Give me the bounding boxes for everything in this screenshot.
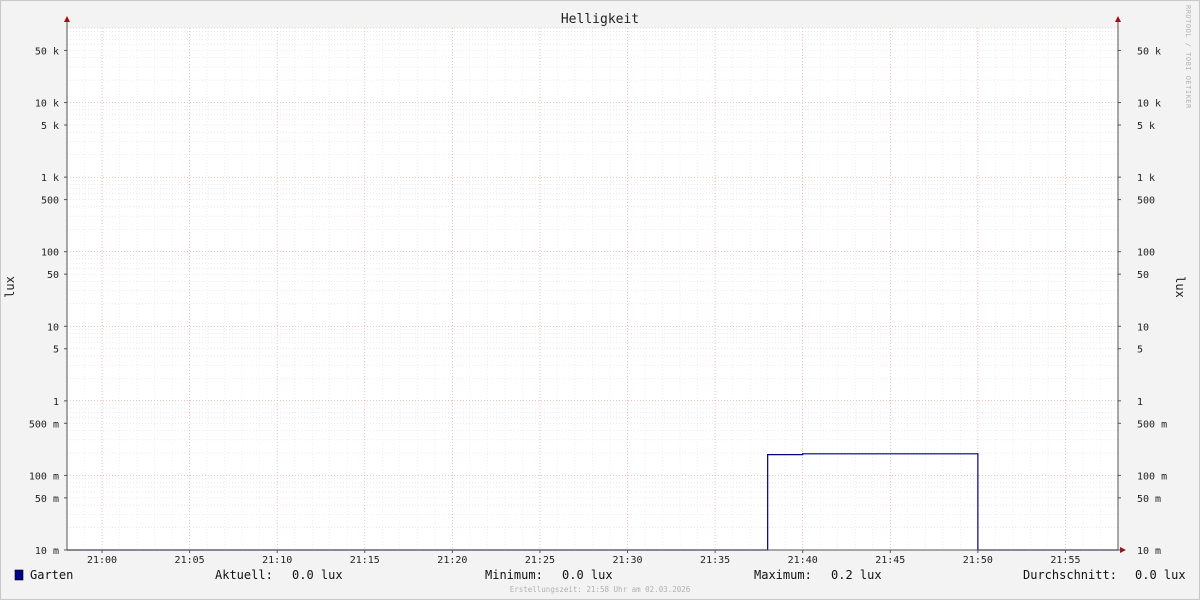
legend-series-name: Garten: [30, 568, 73, 582]
y-tick-label-left: 5: [53, 345, 59, 356]
y-tick-label-right: 500: [1137, 196, 1155, 207]
legend-current-label: Aktuell:: [215, 568, 273, 582]
y-tick-label-right: 5: [1137, 345, 1143, 356]
legend-minimum-label: Minimum:: [485, 568, 543, 582]
x-tick-label: 21:30: [612, 555, 642, 566]
x-tick-label: 21:55: [1050, 555, 1080, 566]
y-tick-label-right: 1 k: [1137, 173, 1155, 184]
y-tick-label-left: 500: [41, 196, 59, 207]
x-tick-label: 21:45: [875, 555, 905, 566]
chart-frame: 50 k 10 k 5 k 1 k 500 100 50 10 5 1 500 m 100 m 50 m…: [0, 0, 1200, 600]
legend-average-label: Durchschnitt:: [1023, 568, 1117, 582]
y-tick-label-right: 50 k: [1137, 46, 1161, 57]
y-tick-label-left: 5 k: [41, 121, 59, 132]
y-tick-label-left: 10: [47, 322, 59, 333]
y-tick-label-right: 50: [1137, 270, 1149, 281]
y-tick-label-right: 1: [1137, 397, 1143, 408]
x-tick-label: 21:35: [700, 555, 730, 566]
y-tick-label-right: 100 m: [1137, 471, 1167, 482]
series-point-garten: [977, 453, 979, 455]
creation-time-footer: Erstellungszeit: 21:58 Uhr am 02.03.2026: [510, 585, 691, 594]
x-tick-label: 21:20: [437, 555, 467, 566]
x-tick-label: 21:25: [525, 555, 555, 566]
y-tick-label-left: 100: [41, 248, 59, 259]
x-tick-label: 21:00: [87, 555, 117, 566]
legend-maximum-label: Maximum:: [754, 568, 812, 582]
legend-current-value: 0.0 lux: [292, 568, 343, 582]
y-axis-label-right: lux: [1173, 276, 1187, 298]
y-tick-label-right: 100: [1137, 248, 1155, 259]
y-tick-label-right: 5 k: [1137, 121, 1155, 132]
y-tick-label-right: 50 m: [1137, 494, 1161, 505]
y-tick-label-left: 10 k: [35, 99, 59, 110]
y-tick-label-left: 1: [53, 397, 59, 408]
legend-average-value: 0.0 lux: [1135, 568, 1186, 582]
x-tick-label: 21:15: [350, 555, 380, 566]
series-point-garten: [767, 454, 769, 456]
y-tick-label-right: 500 m: [1137, 419, 1167, 430]
y-tick-label-right: 10 m: [1137, 546, 1161, 557]
y-axis-label-left: lux: [3, 276, 17, 298]
series-point-garten: [802, 453, 804, 455]
legend-maximum-value: 0.2 lux: [831, 568, 882, 582]
x-tick-label: 21:10: [262, 555, 292, 566]
y-tick-label-left: 50 k: [35, 46, 59, 57]
y-tick-label-left: 10 m: [35, 546, 59, 557]
x-tick-label: 21:40: [788, 555, 818, 566]
y-tick-label-right: 10 k: [1137, 99, 1161, 110]
x-tick-label: 21:05: [175, 555, 205, 566]
y-tick-label-left: 50: [47, 270, 59, 281]
y-tick-label-left: 1 k: [41, 173, 59, 184]
x-tick-label: 21:50: [963, 555, 993, 566]
legend-swatch: [14, 569, 24, 581]
y-tick-label-left: 100 m: [29, 471, 59, 482]
y-tick-label-left: 50 m: [35, 494, 59, 505]
chart-title: Helligkeit: [561, 12, 639, 27]
legend-minimum-value: 0.0 lux: [562, 568, 613, 582]
y-tick-label-left: 500 m: [29, 419, 59, 430]
rrdtool-watermark: RRDTOOL / TOBI OETIKER: [1184, 5, 1192, 109]
chart-svg: 50 k 10 k 5 k 1 k 500 100 50 10 5 1 500 m 100 m 50 m…: [0, 0, 1200, 600]
y-tick-label-right: 10: [1137, 322, 1149, 333]
